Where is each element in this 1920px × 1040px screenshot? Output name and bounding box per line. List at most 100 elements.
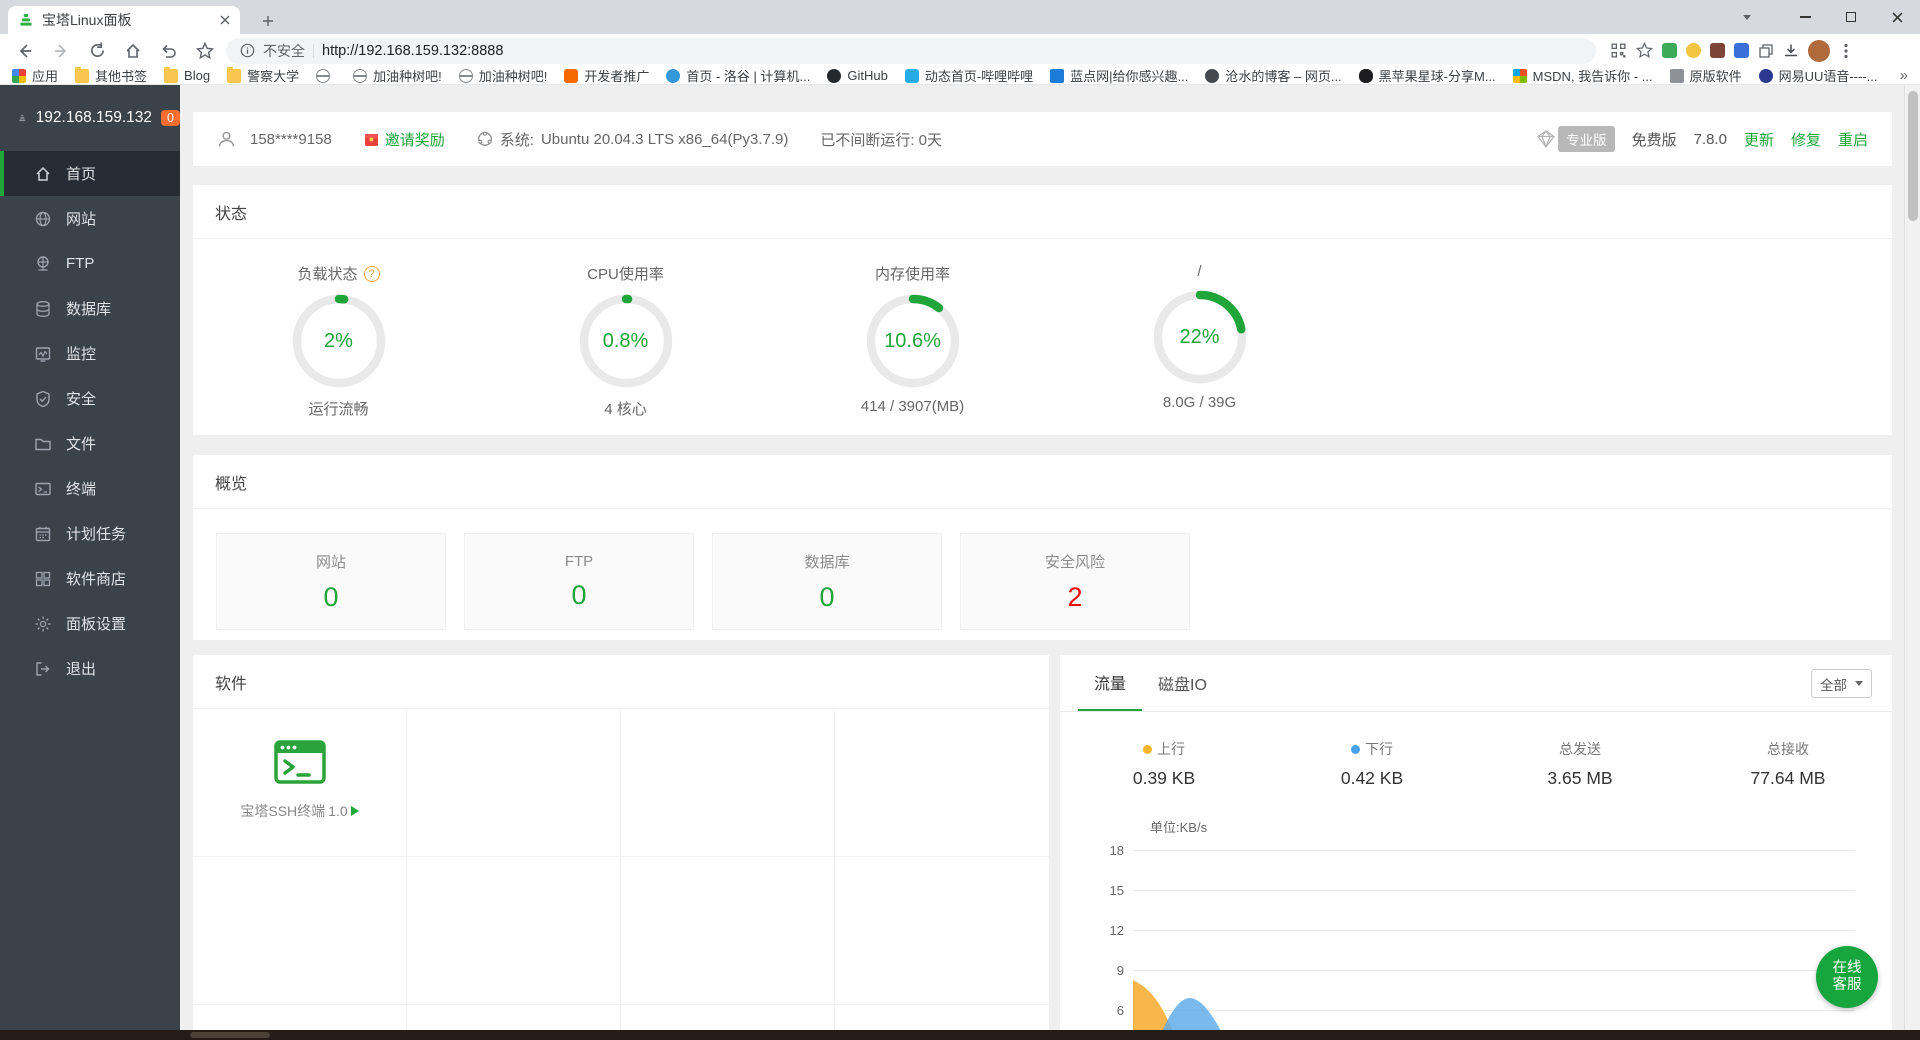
logout-icon — [34, 660, 52, 678]
browser-tab[interactable]: 宝塔Linux面板 — [8, 6, 240, 34]
overview-card-ftp[interactable]: FTP 0 — [464, 533, 694, 630]
tab-capture-icon[interactable] — [1758, 43, 1774, 59]
security-label: 不安全 — [263, 41, 305, 61]
overview-card-security-risk[interactable]: 安全风险 2 — [960, 533, 1190, 630]
bookmark-uu[interactable]: 网易UU语音----... — [1759, 67, 1878, 85]
profile-avatar[interactable] — [1808, 40, 1830, 62]
online-support-button[interactable]: 在线客服 — [1816, 946, 1878, 1008]
calendar-icon — [34, 525, 52, 543]
sidebar-item-monitor[interactable]: 监控 — [0, 331, 180, 376]
server-ip: 192.168.159.132 — [36, 109, 152, 127]
sidebar-item-security[interactable]: 安全 — [0, 376, 180, 421]
window-minimize-button[interactable] — [1782, 0, 1828, 34]
system-value: Ubuntu 20.04.3 LTS x86_64(Py3.7.9) — [541, 131, 788, 148]
bookmark-apps[interactable]: 应用 — [12, 67, 58, 85]
restart-link[interactable]: 重启 — [1838, 129, 1868, 150]
help-icon[interactable]: ? — [364, 266, 380, 282]
sidebar-item-database[interactable]: 数据库 — [0, 286, 180, 331]
pro-version-badge[interactable]: 专业版 — [1558, 126, 1615, 152]
overview-section: 概览 网站 0 FTP 0 数据库 0 安全风险 2 — [193, 455, 1892, 640]
yellow-extension-icon[interactable] — [1686, 43, 1701, 58]
gauge-sub: 4 核心 — [604, 398, 647, 419]
message-count-badge: 0 — [161, 110, 180, 126]
gauge-memory: 内存使用率 10.6% 414 / 3907(MB) — [769, 239, 1056, 419]
software-empty-cell — [621, 709, 835, 857]
qr-extension-icon[interactable] — [1610, 42, 1627, 59]
reload-button[interactable] — [82, 36, 112, 66]
sidebar: 192.168.159.132 0 首页 网站 FTP 数据库 监控 安全 — [0, 85, 180, 1030]
sidebar-item-files[interactable]: 文件 — [0, 421, 180, 466]
sidebar-item-ftp[interactable]: FTP — [0, 241, 180, 286]
forward-button[interactable] — [46, 36, 76, 66]
bookmark-landian[interactable]: 蓝点网|给你感兴趣... — [1050, 67, 1188, 85]
gauge-load: 负载状态? 2% 运行流畅 — [195, 239, 482, 419]
baota-logo-icon — [18, 107, 27, 129]
bookmark-bilibili[interactable]: 动态首页-哔哩哔哩 — [905, 67, 1033, 85]
software-empty-cell — [407, 857, 621, 1005]
bookmark-unnamed[interactable] — [316, 69, 336, 83]
sidebar-item-terminal[interactable]: 终端 — [0, 466, 180, 511]
folder-icon — [164, 69, 178, 83]
bookmark-cangshui[interactable]: 沧水的博客 – 网页... — [1205, 67, 1341, 85]
bookmark-other[interactable]: 其他书签 — [75, 67, 147, 85]
bookmark-dev-promo[interactable]: 开发者推广 — [564, 67, 649, 85]
gauge-label: CPU使用率 — [587, 263, 664, 284]
bookmark-blog[interactable]: Blog — [164, 68, 210, 83]
bookmark-github[interactable]: GitHub — [827, 68, 887, 83]
sidebar-item-logout[interactable]: 退出 — [0, 646, 180, 691]
screen: 宝塔Linux面板 不安全 http://192.168.159.132:888… — [0, 0, 1920, 1040]
bookmark-luogu[interactable]: 首页 - 洛谷 | 计算机... — [666, 67, 810, 85]
extensions-row — [1610, 40, 1853, 62]
sidebar-server-header[interactable]: 192.168.159.132 0 — [0, 85, 180, 151]
horizontal-scroll-thumb[interactable] — [190, 1032, 270, 1038]
brown-extension-icon[interactable] — [1710, 43, 1725, 58]
sidebar-item-settings[interactable]: 面板设置 — [0, 601, 180, 646]
tab-traffic[interactable]: 流量 — [1078, 655, 1142, 711]
bookmark-msdn[interactable]: MSDN, 我告诉你 - ... — [1513, 67, 1653, 85]
url-field[interactable]: 不安全 http://192.168.159.132:8888 — [226, 38, 1596, 64]
window-close-button[interactable] — [1874, 0, 1920, 34]
bookmark-software[interactable]: 原版软件 — [1670, 67, 1742, 85]
blue-grid-extension-icon[interactable] — [1734, 43, 1749, 58]
bookmark-tree1[interactable]: 加油种树吧! — [353, 67, 442, 85]
undo-extension-icon[interactable] — [154, 36, 184, 66]
star-extension-icon[interactable] — [1636, 42, 1653, 59]
sidebar-item-website[interactable]: 网站 — [0, 196, 180, 241]
overview-card-sites[interactable]: 网站 0 — [216, 533, 446, 630]
play-icon — [351, 806, 359, 816]
bookmark-star-button[interactable] — [190, 36, 220, 66]
overview-card-database[interactable]: 数据库 0 — [712, 533, 942, 630]
back-button[interactable] — [10, 36, 40, 66]
notes-extension-icon[interactable] — [1662, 43, 1677, 58]
sidebar-item-appstore[interactable]: 软件商店 — [0, 556, 180, 601]
home-button[interactable] — [118, 36, 148, 66]
status-title: 状态 — [193, 185, 1892, 239]
chrome-menu-icon[interactable] — [1839, 43, 1853, 59]
apps-grid-icon — [12, 69, 26, 83]
new-tab-button[interactable] — [256, 9, 280, 33]
window-maximize-button[interactable] — [1828, 0, 1874, 34]
bookmark-hackintosh[interactable]: 黑苹果星球-分享M... — [1359, 67, 1496, 85]
scrollbar-thumb[interactable] — [1908, 91, 1918, 221]
gift-icon — [364, 131, 379, 147]
download-icon[interactable] — [1783, 43, 1799, 59]
invite-reward-link[interactable]: 邀请奖励 — [385, 129, 445, 150]
tab-disk-io[interactable]: 磁盘IO — [1142, 655, 1223, 711]
info-icon[interactable] — [240, 43, 255, 58]
sidebar-item-home[interactable]: 首页 — [0, 151, 180, 196]
tab-close-icon[interactable] — [220, 15, 230, 25]
folder-icon — [227, 69, 241, 83]
bookmarks-overflow-chevron[interactable]: » — [1900, 67, 1908, 84]
bookmark-tree2[interactable]: 加油种树吧! — [459, 67, 548, 85]
tab-list-caret[interactable] — [1724, 0, 1770, 34]
apple-icon — [1359, 69, 1373, 83]
sidebar-item-cron[interactable]: 计划任务 — [0, 511, 180, 556]
bookmark-police-univ[interactable]: 警察大学 — [227, 67, 299, 85]
gauge-value: 22% — [1152, 289, 1248, 385]
user-phone[interactable]: 158****9158 — [250, 131, 332, 148]
software-item-ssh-terminal[interactable]: 宝塔SSH终端 1.0 — [193, 709, 407, 857]
update-link[interactable]: 更新 — [1744, 129, 1774, 150]
page-scrollbar — [1904, 85, 1920, 1030]
network-filter-select[interactable]: 全部 — [1811, 669, 1872, 698]
repair-link[interactable]: 修复 — [1791, 129, 1821, 150]
